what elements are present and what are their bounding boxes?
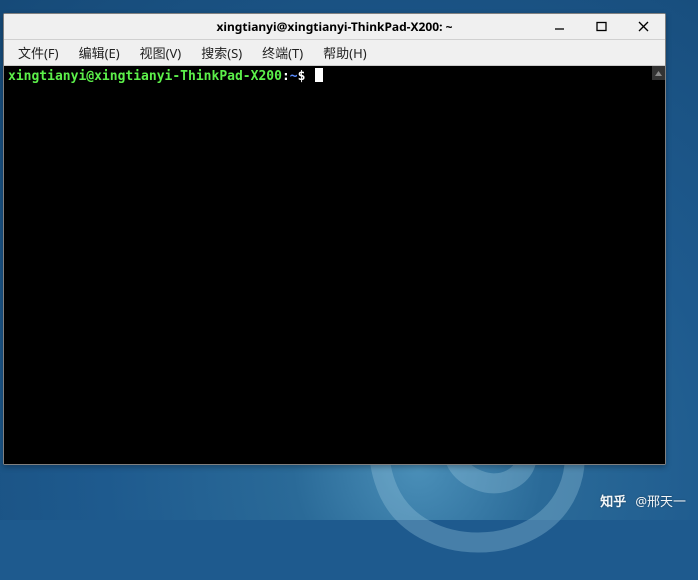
menubar: 文件(F) 编辑(E) 视图(V) 搜索(S) 终端(T) 帮助(H) <box>4 40 665 66</box>
prompt-suffix: $ <box>298 69 306 84</box>
prompt-user-host: xingtianyi@xingtianyi-ThinkPad-X200 <box>8 69 282 84</box>
minimize-button[interactable] <box>539 16 579 38</box>
menu-view[interactable]: 视图(V) <box>130 40 192 65</box>
prompt-separator: : <box>282 69 290 84</box>
window-title: xingtianyi@xingtianyi-ThinkPad-X200: ~ <box>216 18 452 35</box>
terminal-window: xingtianyi@xingtianyi-ThinkPad-X200: ~ 文… <box>3 13 666 465</box>
prompt-path: ~ <box>290 69 298 84</box>
menu-edit[interactable]: 编辑(E) <box>69 40 130 65</box>
watermark-text: @邢天一 <box>635 491 686 510</box>
watermark: 知乎 @邢天一 <box>597 491 686 510</box>
menu-file[interactable]: 文件(F) <box>8 40 69 65</box>
menu-help[interactable]: 帮助(H) <box>313 40 376 65</box>
zhihu-logo: 知乎 <box>597 493 629 508</box>
menu-search[interactable]: 搜索(S) <box>191 40 252 65</box>
maximize-button[interactable] <box>581 16 621 38</box>
terminal-body[interactable]: xingtianyi@xingtianyi-ThinkPad-X200:~$ <box>4 66 665 464</box>
scrollbar-track[interactable] <box>652 66 665 464</box>
close-button[interactable] <box>623 16 663 38</box>
terminal-viewport: xingtianyi@xingtianyi-ThinkPad-X200:~$ <box>4 66 665 464</box>
menu-terminal[interactable]: 终端(T) <box>252 40 313 65</box>
maximize-icon <box>596 21 607 32</box>
titlebar[interactable]: xingtianyi@xingtianyi-ThinkPad-X200: ~ <box>4 14 665 40</box>
close-icon <box>638 21 649 32</box>
chevron-up-icon <box>655 71 662 76</box>
window-controls <box>539 14 663 39</box>
minimize-icon <box>554 21 565 32</box>
terminal-cursor <box>315 68 323 82</box>
scroll-up-button[interactable] <box>652 66 665 80</box>
